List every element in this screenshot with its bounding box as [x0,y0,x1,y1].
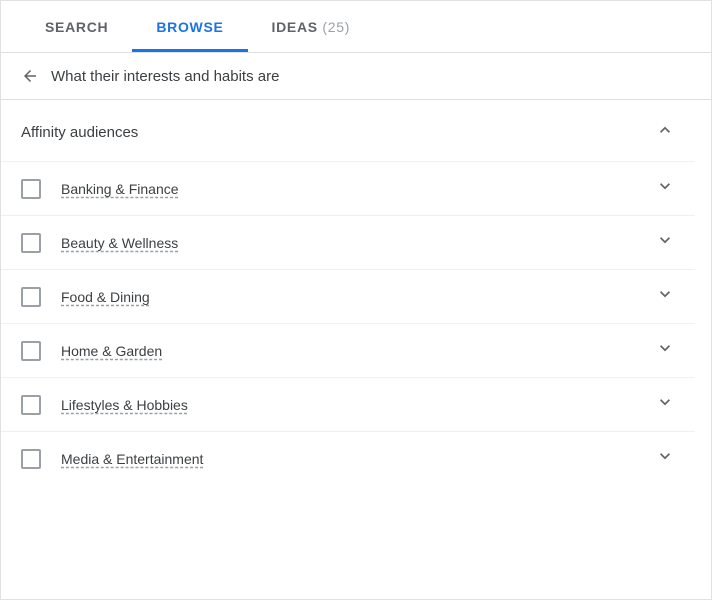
tab-browse[interactable]: BROWSE [132,1,247,52]
expand-media-button[interactable] [655,446,675,471]
checkbox-beauty[interactable] [21,233,41,253]
expand-banking-button[interactable] [655,176,675,201]
back-title: What their interests and habits are [51,68,279,85]
section-header: Affinity audiences [1,120,695,161]
expand-food-button[interactable] [655,284,675,309]
list-item: Beauty & Wellness [1,215,695,269]
main-content: Affinity audiences Banking & Finance [1,100,711,599]
back-button[interactable] [21,67,39,85]
expand-home-button[interactable] [655,338,675,363]
category-label: Banking & Finance [61,181,655,197]
list-item: Food & Dining [1,269,695,323]
tab-ideas[interactable]: IDEAS (25) [248,1,375,52]
category-label: Home & Garden [61,343,655,359]
section-collapse-button[interactable] [655,120,675,145]
expand-beauty-button[interactable] [655,230,675,255]
checkbox-food[interactable] [21,287,41,307]
checkbox-banking[interactable] [21,179,41,199]
list-item: Home & Garden [1,323,695,377]
checkbox-home[interactable] [21,341,41,361]
list-item: Lifestyles & Hobbies [1,377,695,431]
category-label: Beauty & Wellness [61,235,655,251]
tab-search[interactable]: SEARCH [21,1,132,52]
list-item: Banking & Finance [1,161,695,215]
back-navigation: What their interests and habits are [1,53,711,100]
category-label: Media & Entertainment [61,451,655,467]
main-container: SEARCH BROWSE IDEAS (25) What their inte… [0,0,712,600]
category-list: Banking & Finance Beauty & Wellness [1,161,695,485]
tabs-bar: SEARCH BROWSE IDEAS (25) [1,1,711,53]
category-label: Lifestyles & Hobbies [61,397,655,413]
expand-lifestyles-button[interactable] [655,392,675,417]
section-title: Affinity audiences [21,124,138,141]
category-label: Food & Dining [61,289,655,305]
checkbox-media[interactable] [21,449,41,469]
scroll-area[interactable]: Affinity audiences Banking & Finance [1,100,711,599]
list-item: Media & Entertainment [1,431,695,485]
checkbox-lifestyles[interactable] [21,395,41,415]
